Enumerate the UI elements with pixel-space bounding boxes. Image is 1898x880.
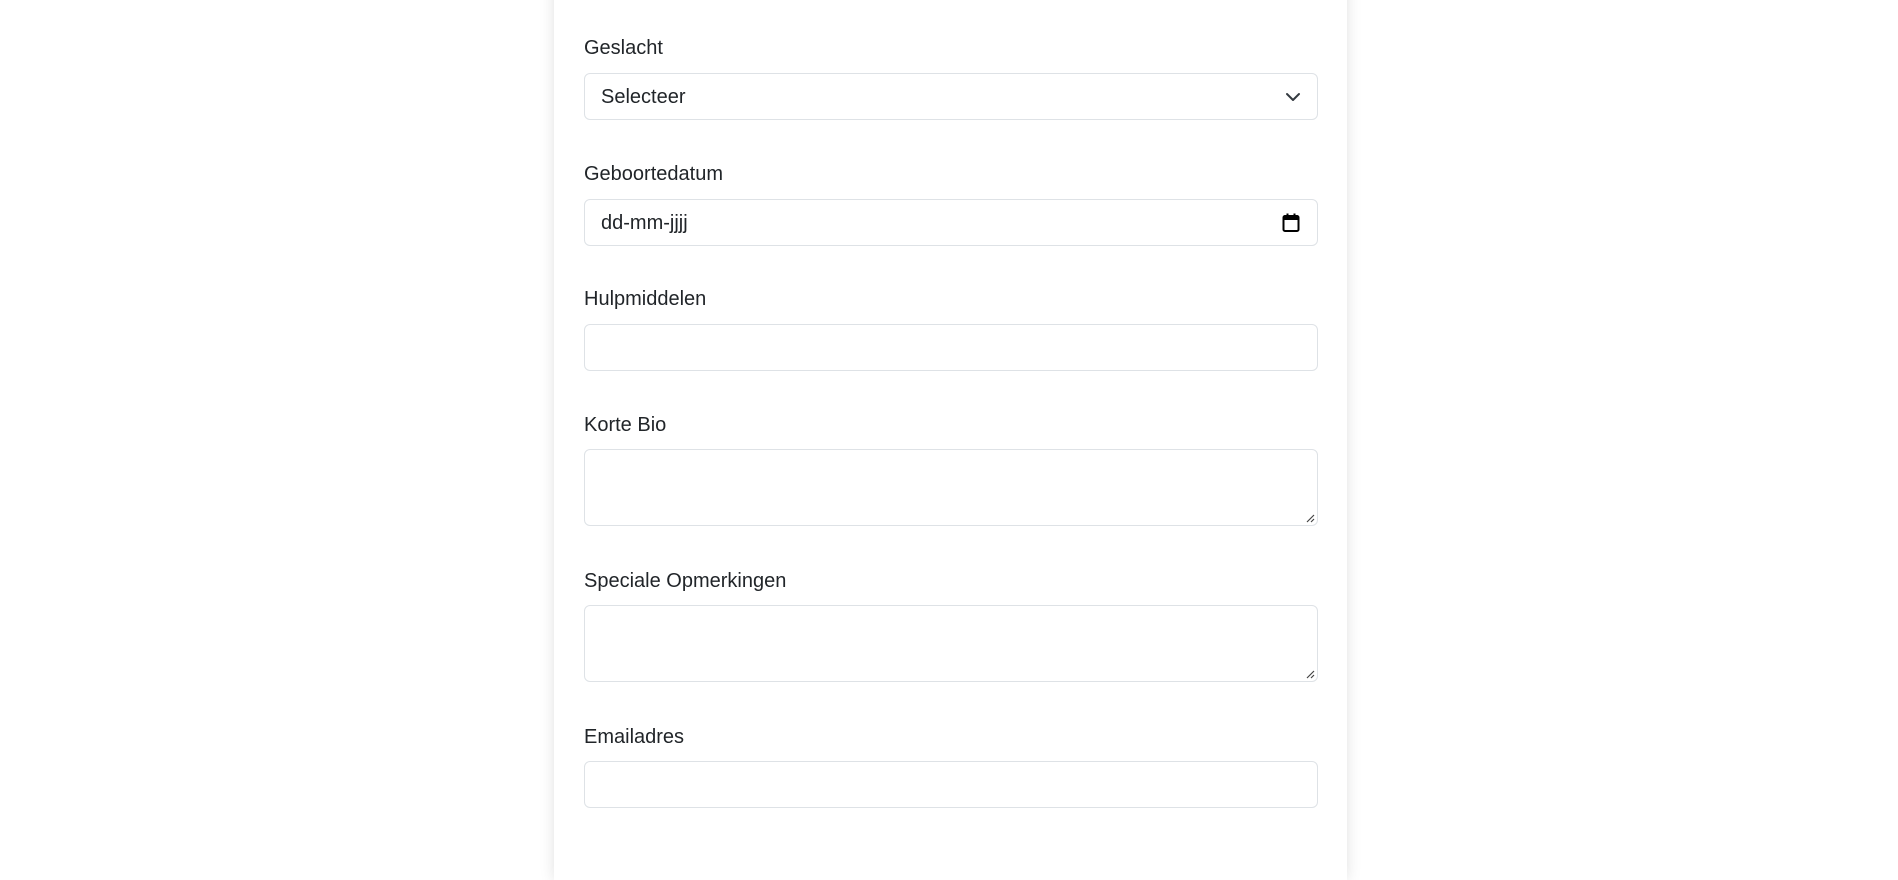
remarks-textarea[interactable] — [584, 605, 1318, 682]
remarks-label: Speciale Opmerkingen — [584, 570, 787, 592]
email-label: Emailadres — [584, 726, 685, 748]
resize-handle-icon[interactable] — [1305, 513, 1315, 523]
remarks-group: Speciale Opmerkingen — [584, 569, 1318, 682]
gender-label: Geslacht — [584, 37, 663, 59]
bio-label: Korte Bio — [584, 414, 667, 436]
birthdate-label: Geboortedatum — [584, 163, 723, 185]
aids-input[interactable] — [584, 324, 1318, 371]
birthdate-input[interactable]: dd-mm-jjjj — [584, 199, 1318, 246]
resize-handle-icon[interactable] — [1305, 669, 1315, 679]
bio-group: Korte Bio — [584, 413, 1318, 526]
aids-group: Hulpmiddelen — [584, 287, 1318, 371]
birthdate-group: Geboortedatum dd-mm-jjjj — [584, 162, 1318, 246]
email-group: Emailadres — [584, 725, 1318, 808]
calendar-icon[interactable] — [1282, 213, 1300, 233]
gender-group: Geslacht Selecteer — [584, 36, 1318, 120]
chevron-down-icon — [1286, 93, 1300, 101]
aids-label: Hulpmiddelen — [584, 288, 707, 310]
birthdate-placeholder: dd-mm-jjjj — [601, 212, 688, 234]
email-input[interactable] — [584, 761, 1318, 808]
bio-textarea[interactable] — [584, 449, 1318, 526]
form-card: Geslacht Selecteer Geboortedatum dd-mm-j… — [554, 0, 1347, 880]
gender-select[interactable]: Selecteer — [584, 73, 1318, 120]
gender-select-value: Selecteer — [601, 86, 686, 108]
